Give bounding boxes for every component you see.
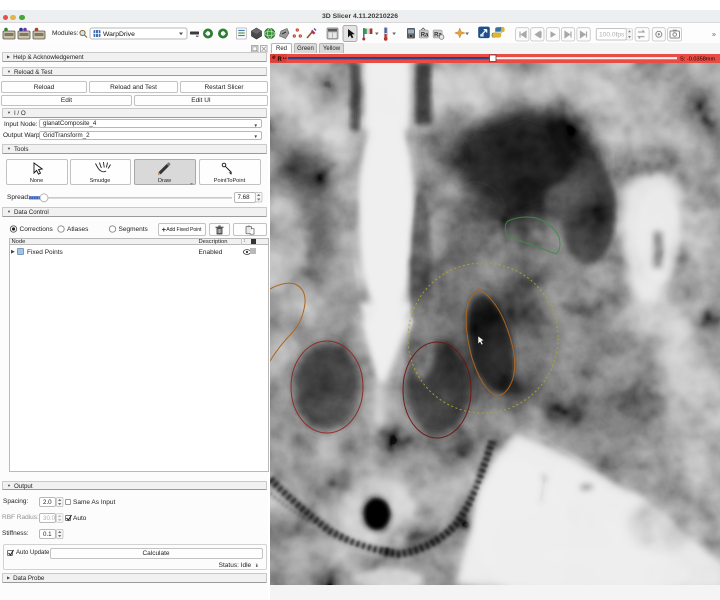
svg-text:100.0fps: 100.0fps — [599, 32, 625, 39]
svg-text:Modules:: Modules: — [52, 30, 79, 37]
svg-text:Ra: Ra — [421, 33, 429, 39]
svg-text:WarpDrive: WarpDrive — [103, 31, 135, 38]
svg-text:»: » — [712, 32, 716, 39]
